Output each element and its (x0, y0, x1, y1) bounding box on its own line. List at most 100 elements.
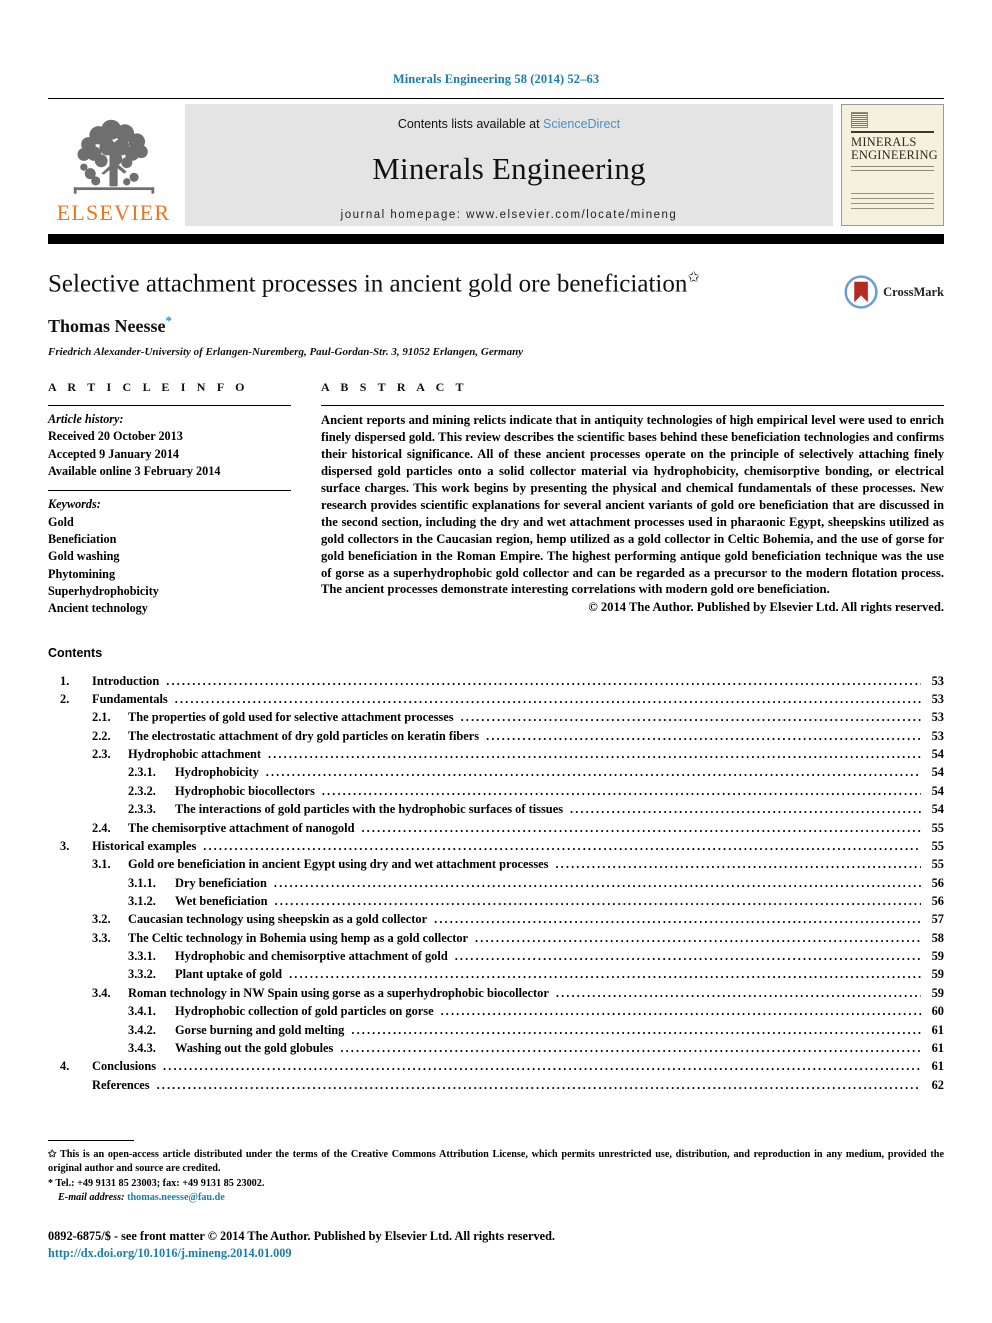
toc-entry-page: 61 (931, 1059, 944, 1074)
toc-entry-number: 3.1. (92, 857, 111, 872)
toc-leader-dots: ........................................… (174, 692, 921, 707)
toc-entry[interactable]: 3.2. Caucasian technology using sheepskin… (48, 910, 944, 928)
toc-entry-number: 2.3. (92, 747, 111, 762)
toc-entry[interactable]: 2.4. The chemisorptive attachment of nano… (48, 819, 944, 837)
toc-entry[interactable]: 2.1. The properties of gold used for sele… (48, 708, 944, 726)
toc-entry[interactable]: 3.1.1. Dry beneficiation.................… (48, 874, 944, 892)
crossmark-badge[interactable]: CrossMark (844, 272, 944, 312)
table-of-contents: 1. Introduction..........................… (48, 672, 944, 1094)
masthead-top-rule (48, 98, 944, 99)
toc-entry[interactable]: 2.2. The electrostatic attachment of dry … (48, 727, 944, 745)
toc-entry-number: 3.2. (92, 912, 111, 927)
toc-leader-dots: ........................................… (321, 783, 921, 798)
toc-entry-label: Hydrophobic attachment (128, 747, 261, 762)
title-footnote-marker[interactable]: ✩ (687, 270, 700, 286)
toc-leader-dots: ........................................… (265, 765, 921, 780)
toc-leader-dots: ........................................… (440, 1004, 921, 1019)
cover-title-line2: ENGINEERING (851, 147, 938, 162)
toc-entry[interactable]: 3.3.1. Hydrophobic and chemisorptive atta… (48, 947, 944, 965)
toc-leader-dots: ........................................… (570, 802, 921, 817)
email-link[interactable]: thomas.neesse@fau.de (127, 1192, 225, 1203)
toc-entry-label: The electrostatic attachment of dry gold… (128, 728, 480, 743)
keyword-item: Gold (48, 514, 74, 529)
footnote-open-access: ✩ This is an open-access article distrib… (48, 1148, 944, 1177)
contents-available-line: Contents lists available at ScienceDirec… (398, 117, 620, 131)
toc-entry-page: 55 (931, 838, 944, 853)
toc-entry[interactable]: 2. Fundamentals..........................… (48, 690, 944, 708)
toc-entry-label: Gold ore beneficiation in ancient Egypt … (128, 857, 549, 872)
toc-entry-page: 61 (931, 1022, 944, 1037)
toc-entry-number: 3.3. (92, 930, 111, 945)
journal-band: Contents lists available at ScienceDirec… (185, 104, 833, 226)
toc-entry-label: Historical examples (92, 838, 197, 853)
toc-entry[interactable]: 3.3. The Celtic technology in Bohemia usi… (48, 929, 944, 947)
toc-entry-label: Hydrophobic collection of gold particles… (175, 1004, 434, 1019)
toc-entry-number: 3.3.1. (128, 949, 156, 964)
author-footnote-marker[interactable]: * (166, 313, 173, 328)
toc-entry-page: 55 (931, 820, 944, 835)
toc-entry-page: 61 (931, 1040, 944, 1055)
footnote-symbol-star: ✩ (48, 1149, 57, 1160)
article-title-text: Selective attachment processes in ancien… (48, 270, 688, 298)
keyword-item: Gold washing (48, 549, 120, 564)
article-history-label: Article history: (48, 412, 124, 427)
toc-entry-label: Hydrophobic and chemisorptive attachment… (175, 949, 448, 964)
toc-entry[interactable]: 3.4.3. Washing out the gold globules.....… (48, 1039, 944, 1057)
toc-entry-number: 3.3.2. (128, 967, 156, 982)
toc-entry-label: Washing out the gold globules (175, 1040, 334, 1055)
toc-entry-page: 60 (931, 1004, 944, 1019)
toc-entry-label: Plant uptake of gold (175, 967, 283, 982)
doi-link[interactable]: http://dx.doi.org/10.1016/j.mineng.2014.… (48, 1245, 555, 1262)
journal-cover-thumbnail[interactable]: MINERALS ENGINEERING (841, 104, 944, 226)
toc-entry-number: 2.3.1. (128, 765, 156, 780)
toc-entry-label: Introduction (92, 673, 160, 688)
toc-leader-dots: ........................................… (460, 710, 921, 725)
cover-title-line1: MINERALS (851, 134, 917, 149)
toc-entry[interactable]: 2.3.1. Hydrophobicity....................… (48, 763, 944, 781)
sciencedirect-link[interactable]: ScienceDirect (543, 117, 620, 131)
toc-entry[interactable]: 2.3. Hydrophobic attachment..............… (48, 745, 944, 763)
toc-entry-number: 3. (60, 838, 70, 853)
toc-leader-dots: ........................................… (289, 967, 921, 982)
journal-title: Minerals Engineering (372, 151, 646, 186)
toc-entry-label: The properties of gold used for selectiv… (128, 710, 454, 725)
toc-leader-dots: ........................................… (156, 1077, 921, 1092)
toc-entry[interactable]: 3. Historical examples...................… (48, 837, 944, 855)
toc-entry-label: Caucasian technology using sheepskin as … (128, 912, 428, 927)
toc-entry[interactable]: 2.3.3. The interactions of gold particles… (48, 800, 944, 818)
toc-entry[interactable]: References..............................… (48, 1076, 944, 1094)
toc-entry[interactable]: 1. Introduction..........................… (48, 672, 944, 690)
toc-entry-label: Gorse burning and gold melting (175, 1022, 345, 1037)
toc-entry-label: Wet beneficiation (175, 894, 268, 908)
toc-entry[interactable]: 3.4.1. Hydrophobic collection of gold par… (48, 1002, 944, 1020)
email-label: E-mail address: (58, 1192, 125, 1204)
toc-entry[interactable]: 3.3.2. Plant uptake of gold..............… (48, 965, 944, 983)
toc-entry-number: 2.3.2. (128, 783, 156, 798)
crossmark-label: CrossMark (883, 284, 944, 299)
elsevier-tree-icon (73, 119, 154, 194)
footnote-corresponding: * Tel.: +49 9131 85 23003; fax: +49 9131… (48, 1177, 944, 1191)
toc-entry-number: 3.4.3. (128, 1040, 156, 1055)
toc-entry-label: Roman technology in NW Spain using gorse… (128, 985, 549, 1000)
toc-entry[interactable]: 3.1.2. Wet beneficiation.................… (48, 892, 944, 910)
toc-entry-page: 59 (931, 985, 944, 1000)
toc-entry-number: 2. (60, 692, 70, 707)
toc-entry-label: Fundamentals (92, 692, 168, 707)
article-first-page: Minerals Engineering 58 (2014) 52–63 ELS… (0, 0, 992, 1323)
toc-entry[interactable]: 4. Conclusions...........................… (48, 1057, 944, 1075)
toc-entry-number: 3.1.2. (128, 894, 156, 908)
cover-elsevier-icon (851, 112, 868, 128)
journal-homepage[interactable]: journal homepage: www.elsevier.com/locat… (341, 209, 678, 221)
toc-entry[interactable]: 3.4.2. Gorse burning and gold melting....… (48, 1021, 944, 1039)
toc-entry-number: 2.3.3. (128, 802, 156, 817)
toc-entry[interactable]: 2.3.2. Hydrophobic biocollectors.........… (48, 782, 944, 800)
affiliation: Friedrich Alexander-University of Erlang… (48, 346, 524, 359)
toc-entry[interactable]: 3.4. Roman technology in NW Spain using g… (48, 984, 944, 1002)
article-info-column: A R T I C L E I N F O Article history: R… (48, 380, 291, 618)
toc-leader-dots: ........................................… (475, 930, 921, 945)
elsevier-logo: ELSEVIER (48, 104, 179, 226)
toc-leader-dots: ........................................… (486, 728, 921, 743)
toc-entry[interactable]: 3.1. Gold ore beneficiation in ancient Eg… (48, 855, 944, 873)
toc-leader-dots: ........................................… (454, 949, 921, 964)
contents-section: Contents 1. Introduction.................… (48, 646, 944, 1094)
